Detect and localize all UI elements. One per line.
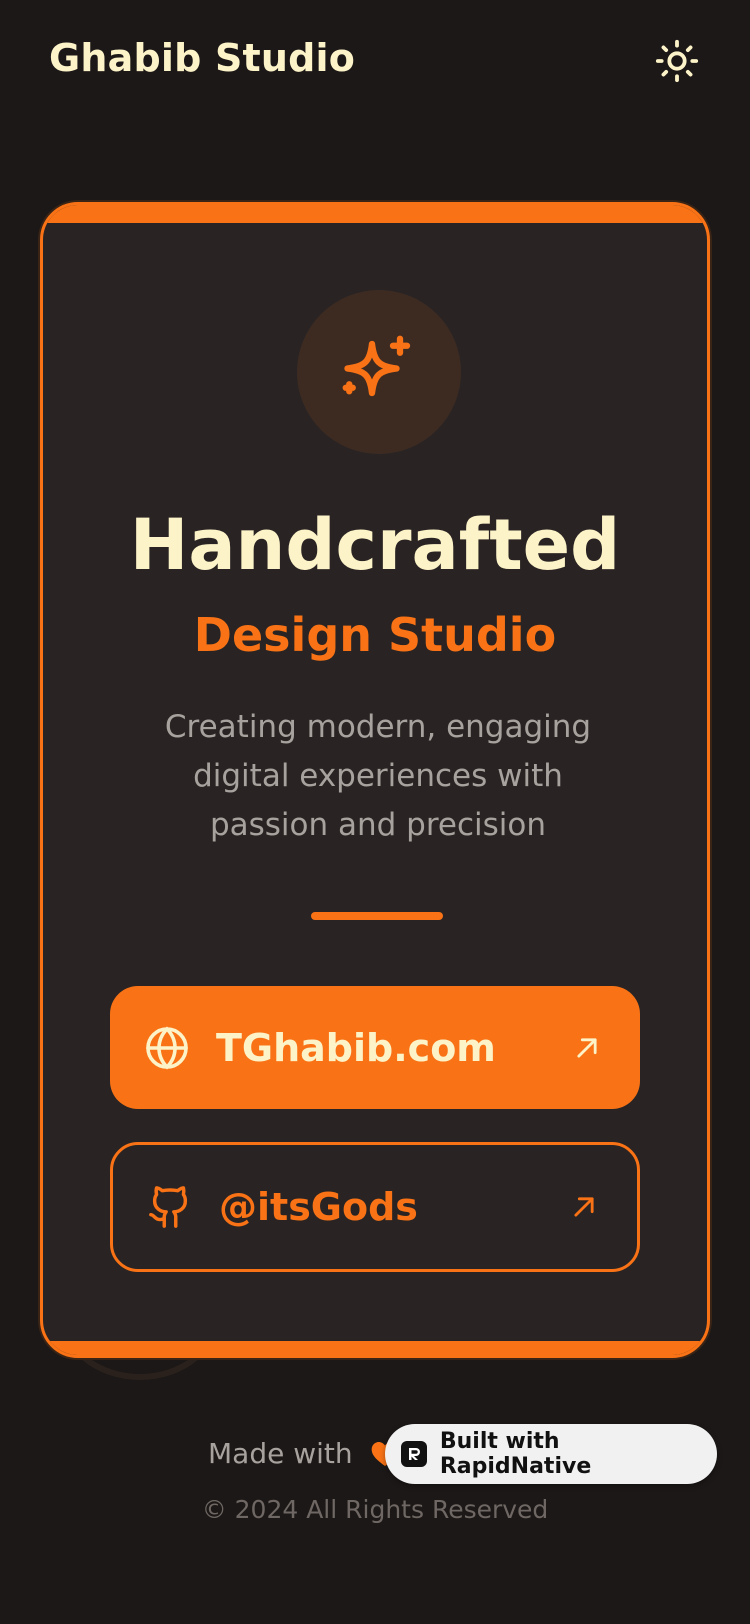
card-top-accent-bar xyxy=(43,205,707,223)
footer-made-with: Made with xyxy=(208,1437,401,1470)
sparkles-icon xyxy=(342,335,411,397)
hero-title: Handcrafted xyxy=(129,504,621,586)
rapidnative-badge-label: Built with RapidNative xyxy=(439,1429,592,1479)
globe-icon xyxy=(146,1025,188,1070)
built-with-rapidnative-badge[interactable]: Built with RapidNative xyxy=(385,1424,717,1484)
github-link-label: @itsGods xyxy=(219,1185,418,1229)
profile-card: Handcrafted Design Studio Creating moder… xyxy=(40,202,710,1358)
page: Ghabib Studio Handcrafted Design Studio … xyxy=(0,0,750,1624)
hero-icon-badge xyxy=(297,290,461,454)
arrow-up-right-icon xyxy=(577,1037,597,1058)
hero-description: Creating modern, engaging digital experi… xyxy=(164,709,592,843)
rapidnative-logo-icon xyxy=(408,1448,420,1460)
card-bottom-accent-bar xyxy=(43,1341,707,1355)
website-link-button[interactable]: TGhabib.com xyxy=(110,986,640,1109)
sun-icon xyxy=(655,39,699,83)
footer-copyright: © 2024 All Rights Reserved xyxy=(201,1495,549,1524)
accent-divider xyxy=(311,912,443,920)
brand-title: Ghabib Studio xyxy=(49,36,356,80)
theme-toggle-button[interactable] xyxy=(652,36,702,86)
footer-made-with-label: Made with xyxy=(208,1437,353,1470)
github-icon xyxy=(149,1186,188,1228)
github-link-button[interactable]: @itsGods xyxy=(110,1142,640,1272)
hero-subtitle: Design Studio xyxy=(193,608,557,662)
website-link-label: TGhabib.com xyxy=(216,1025,496,1070)
arrow-up-right-icon xyxy=(574,1197,594,1217)
